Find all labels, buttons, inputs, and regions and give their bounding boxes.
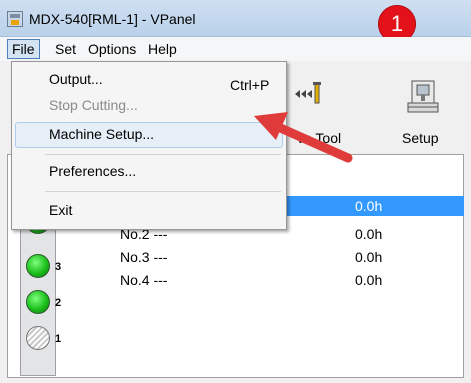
menu-separator [45, 191, 281, 192]
menu-bar: File Set Options Help [0, 37, 471, 61]
menu-file[interactable]: File [7, 39, 40, 59]
menu-item-output-shortcut: Ctrl+P [230, 77, 270, 93]
file-menu-dropdown: Output... Ctrl+P Stop Cutting... Machine… [11, 61, 287, 230]
indicator-label-3: 3 [55, 261, 62, 273]
menu-item-output[interactable]: Output... [49, 71, 103, 87]
tool-row-selected[interactable]: 0.0h [278, 196, 464, 216]
tool-row-3-name[interactable]: No.3 --- [120, 249, 167, 265]
annotation-arrow-icon [254, 112, 353, 163]
setup-machine-icon[interactable] [402, 75, 444, 117]
menu-item-preferences[interactable]: Preferences... [49, 163, 136, 179]
vpanel-app-icon[interactable] [7, 11, 23, 27]
menu-separator [45, 154, 281, 155]
menu-item-machine-setup[interactable]: Machine Setup... [49, 126, 154, 142]
menu-set[interactable]: Set [55, 41, 76, 57]
tool-row-4-time: 0.0h [355, 272, 383, 288]
tool-row-1-time: 0.0h [355, 198, 383, 214]
window-title: MDX-540[RML-1] - VPanel [29, 11, 196, 27]
spindle-indicator-1 [26, 326, 50, 350]
menu-item-stop-cutting[interactable]: Stop Cutting... [49, 97, 138, 113]
move-tool-icon[interactable] [295, 81, 321, 107]
spindle-indicator-3 [26, 254, 50, 278]
menu-options[interactable]: Options [88, 41, 136, 57]
tool-row-4-name[interactable]: No.4 --- [120, 272, 167, 288]
spindle-indicator-2 [26, 290, 50, 314]
tool-row-3-time: 0.0h [355, 249, 383, 265]
menu-help[interactable]: Help [148, 41, 177, 57]
indicator-label-1: 1 [55, 333, 62, 345]
menu-item-exit[interactable]: Exit [49, 202, 72, 218]
indicator-label-2: 2 [55, 297, 62, 309]
setup-label[interactable]: Setup [402, 130, 439, 146]
tool-row-2-time: 0.0h [355, 226, 383, 242]
